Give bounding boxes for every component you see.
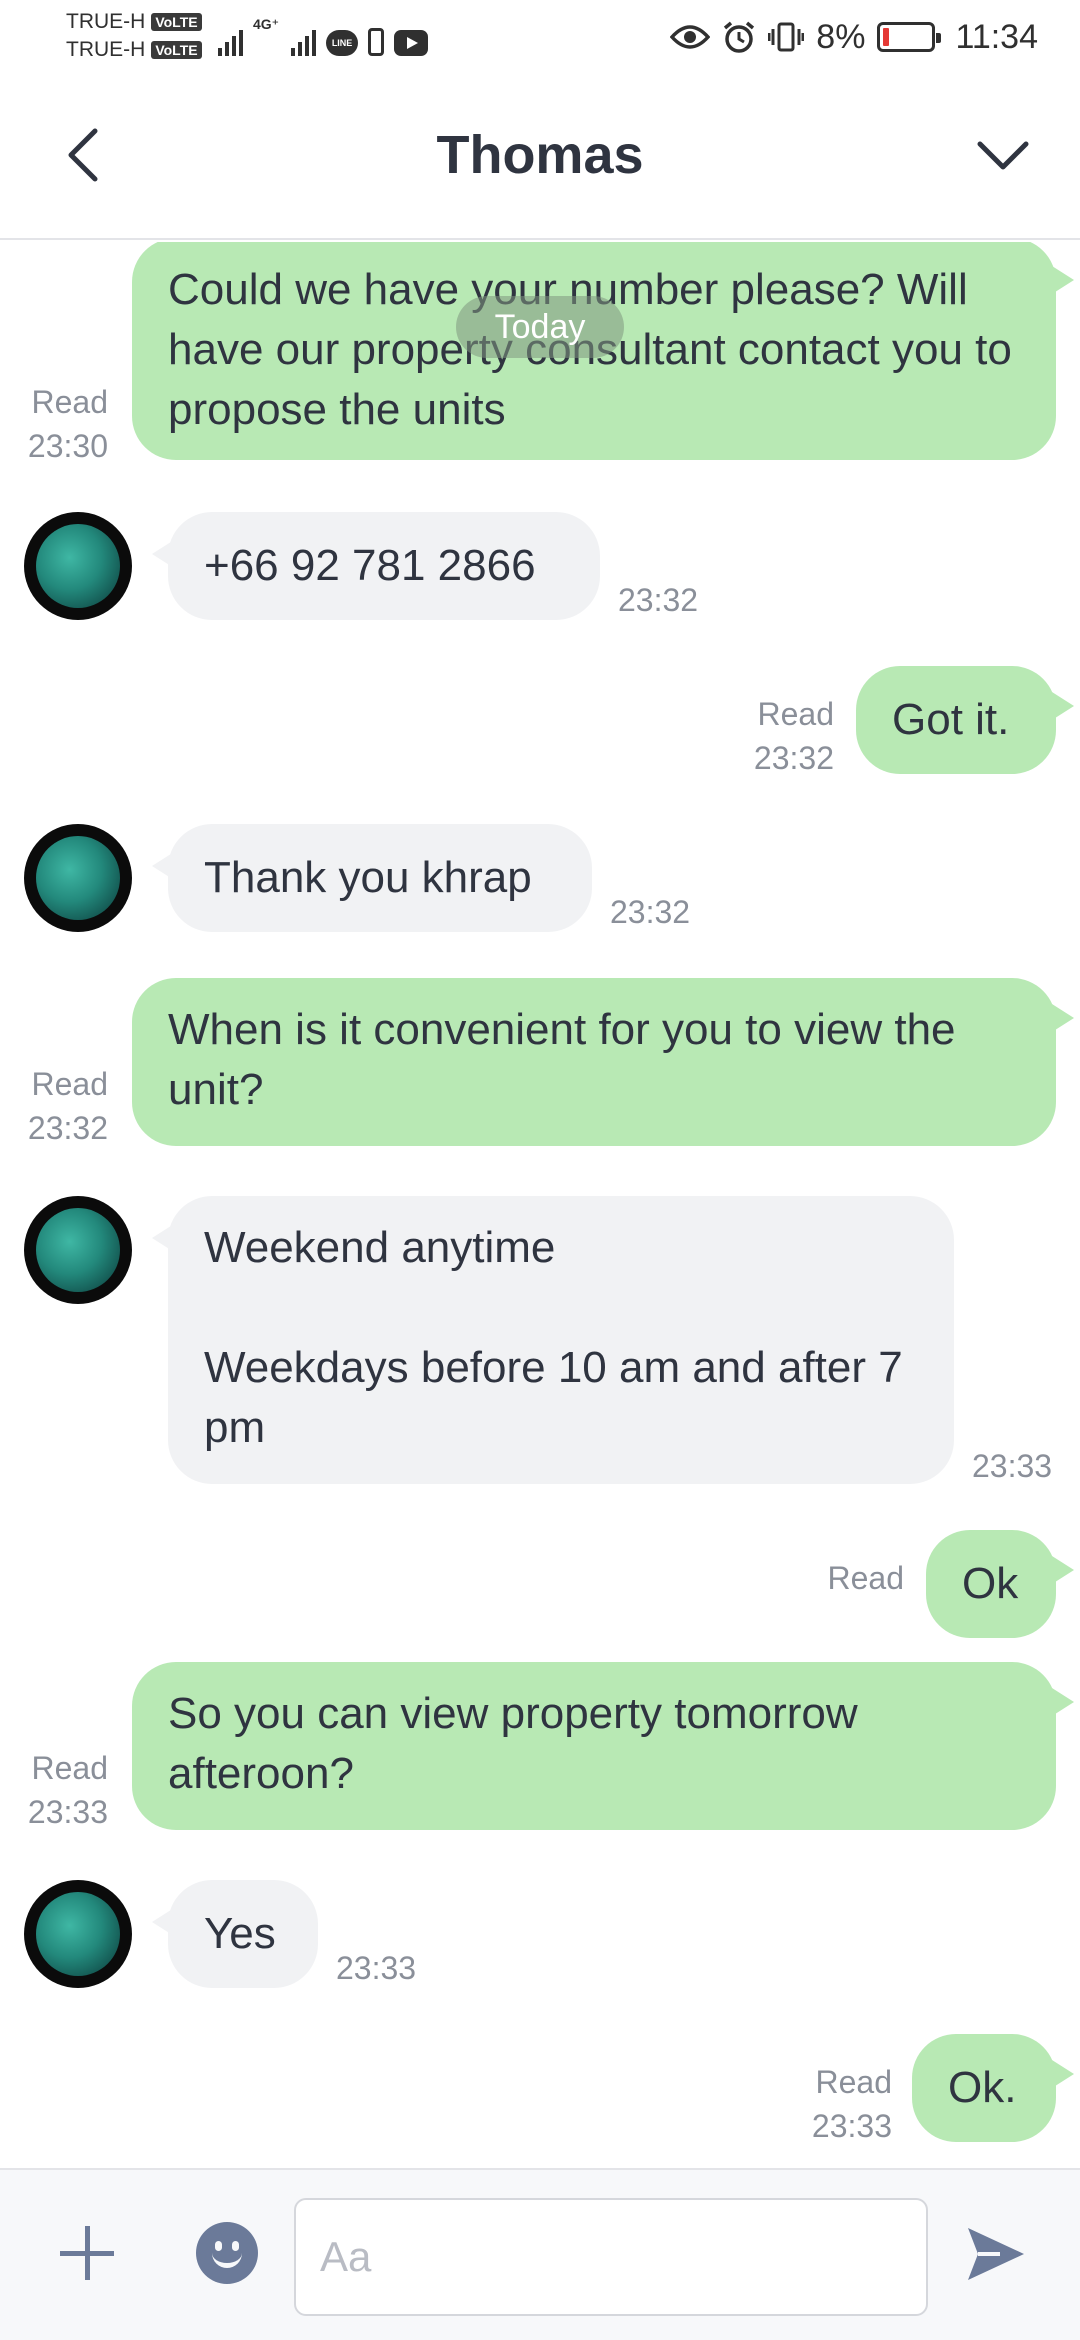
battery-percent: 8%	[816, 17, 866, 56]
read-status: Read	[31, 384, 109, 420]
read-status: Read	[31, 1750, 109, 1786]
carrier-label: TRUE-H	[66, 10, 146, 33]
read-status: Read	[31, 1066, 109, 1102]
message-bubble[interactable]: When is it convenient for you to view th…	[132, 978, 1056, 1146]
status-bar: TRUE-H VoLTE TRUE-H VoLTE 4G⁺ LINE 8% 11:3…	[0, 0, 1080, 76]
alarm-icon	[722, 20, 756, 54]
message-time: 23:32	[753, 740, 834, 776]
message-text: Ok.	[948, 2063, 1017, 2112]
avatar-image	[36, 836, 120, 920]
carrier-label: TRUE-H	[66, 38, 146, 61]
message-time: 23:32	[610, 894, 691, 930]
battery-icon	[877, 22, 942, 52]
avatar-image	[36, 1208, 120, 1292]
network-type-label: 4G⁺	[253, 16, 280, 32]
chat-header: Thomas	[0, 76, 1080, 240]
signal-icons: 4G⁺ LINE	[218, 16, 429, 56]
send-button[interactable]	[958, 2216, 1034, 2292]
message-meta: Read 23:32	[740, 692, 834, 780]
avatar[interactable]	[24, 824, 132, 932]
bubble-tail	[1052, 1004, 1074, 1032]
avatar-image	[36, 1892, 120, 1976]
message-bubble[interactable]: Ok.	[912, 2034, 1056, 2142]
message-text: Ok	[962, 1559, 1019, 1608]
line-app-icon: LINE	[326, 30, 359, 56]
bubble-tail	[1052, 2060, 1074, 2088]
bubble-tail	[1052, 1688, 1074, 1716]
avatar[interactable]	[24, 512, 132, 620]
message-bubble[interactable]: Got it.	[856, 666, 1056, 774]
carrier-info: TRUE-H VoLTE TRUE-H VoLTE	[66, 8, 202, 64]
message-time: 23:30	[27, 428, 108, 464]
message-input[interactable]	[294, 2198, 928, 2316]
message-bubble[interactable]: Thank you khrap	[168, 824, 592, 932]
message-bubble[interactable]: So you can view property tomorrow aftero…	[132, 1662, 1056, 1830]
read-status: Read	[827, 1560, 905, 1596]
avatar[interactable]	[24, 1196, 132, 1304]
read-status: Read	[815, 2064, 893, 2100]
send-icon	[968, 2228, 1024, 2280]
message-text: Weekend anytime Weekdays before 10 am an…	[204, 1223, 903, 1452]
message-time: 23:33	[27, 1794, 108, 1830]
volte-badge: VoLTE	[151, 13, 202, 31]
message-text: Yes	[204, 1909, 276, 1958]
message-meta: Read 23:30	[16, 380, 108, 468]
youtube-icon	[394, 30, 429, 56]
message-time: 23:33	[336, 1950, 417, 1986]
message-text: So you can view property tomorrow aftero…	[168, 1689, 858, 1798]
message-meta: Read 23:32	[16, 1062, 108, 1150]
bubble-tail	[1052, 692, 1074, 720]
bubble-tail	[1052, 1556, 1074, 1584]
volte-badge: VoLTE	[151, 41, 202, 59]
vibrate-icon	[768, 22, 805, 52]
date-separator: Today	[456, 296, 624, 358]
read-status: Read	[757, 696, 835, 732]
eye-icon	[670, 23, 711, 51]
signal-strength-icon	[218, 26, 243, 56]
message-bubble[interactable]: Yes	[168, 1880, 318, 1988]
plus-icon[interactable]	[54, 2220, 120, 2286]
message-text: Thank you khrap	[204, 853, 532, 902]
message-list[interactable]: Could we have your number please? Will h…	[0, 242, 1080, 2168]
avatar[interactable]	[24, 1880, 132, 1988]
message-meta: Read 23:33	[16, 1746, 108, 1834]
avatar-image	[36, 524, 120, 608]
message-bubble[interactable]: Weekend anytime Weekdays before 10 am an…	[168, 1196, 954, 1484]
chevron-down-icon	[977, 141, 1029, 170]
message-meta: Read	[800, 1556, 905, 1600]
message-time: 23:33	[811, 2108, 892, 2144]
chat-menu-button[interactable]	[966, 120, 1040, 190]
message-text: +66 92 781 2866	[204, 541, 536, 590]
signal-strength-icon	[291, 26, 317, 56]
chat-title: Thomas	[436, 125, 644, 185]
emoji-icon[interactable]	[196, 2222, 258, 2284]
message-composer	[0, 2168, 1080, 2340]
message-time: 23:32	[27, 1110, 108, 1146]
message-text: Got it.	[892, 695, 1010, 744]
bubble-tail	[1052, 266, 1074, 294]
message-time: 23:32	[618, 582, 699, 618]
message-bubble[interactable]: Ok	[926, 1530, 1056, 1638]
clock: 11:34	[955, 17, 1038, 56]
message-time: 23:33	[972, 1448, 1053, 1484]
status-right: 8% 11:34	[670, 16, 1038, 58]
message-meta: Read 23:33	[796, 2060, 892, 2148]
message-bubble[interactable]: +66 92 781 2866	[168, 512, 600, 620]
phone-icon	[368, 28, 385, 56]
message-text: When is it convenient for you to view th…	[168, 1005, 956, 1114]
